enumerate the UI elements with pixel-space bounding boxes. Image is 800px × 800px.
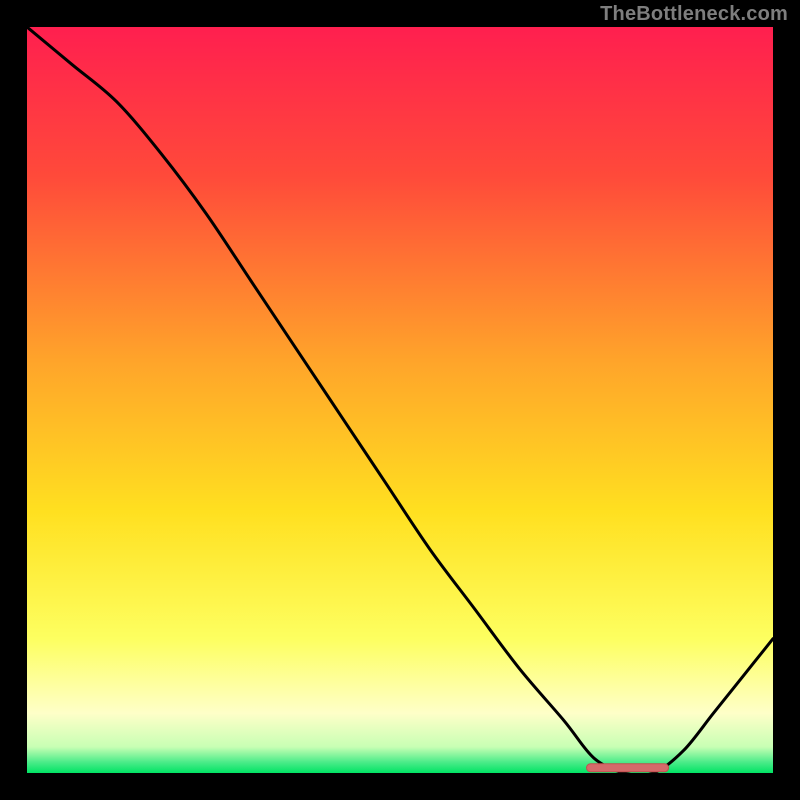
chart-stage: TheBottleneck.com xyxy=(0,0,800,800)
attribution-text: TheBottleneck.com xyxy=(600,3,788,26)
bottleneck-chart xyxy=(27,27,773,773)
optimal-range-marker xyxy=(587,764,669,772)
plot-area xyxy=(27,27,773,773)
gradient-background xyxy=(27,27,773,773)
